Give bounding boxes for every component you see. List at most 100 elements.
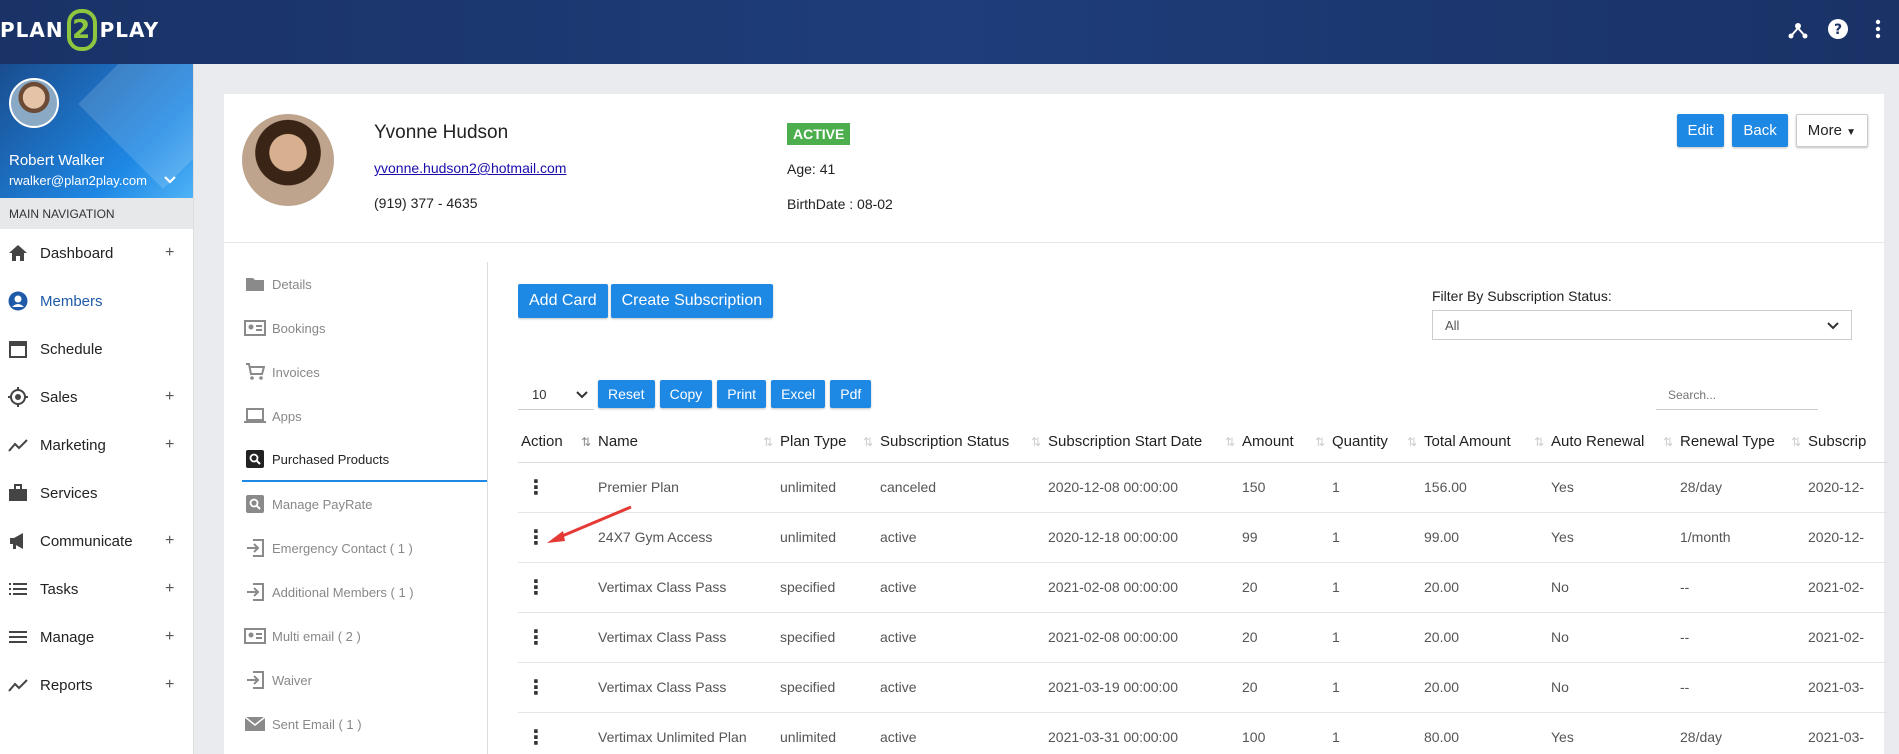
submenu-item-multi-email[interactable]: Multi email ( 2 ) [242, 614, 487, 658]
table-cell: 2021-02- [1805, 612, 1888, 663]
subscription-status-select[interactable]: All [1432, 310, 1852, 340]
table-cell: 28/day [1677, 462, 1805, 513]
table-cell: Vertimax Class Pass [595, 562, 777, 613]
expand-plus-icon[interactable]: + [165, 532, 174, 550]
help-icon[interactable]: ? [1827, 18, 1849, 40]
plan2play-logo[interactable]: PLAN 2 PLAY [0, 8, 159, 52]
table-cell: active [877, 512, 1045, 563]
table-cell: 1 [1329, 512, 1421, 563]
envelope-icon [244, 715, 266, 733]
table-cell: 28/day [1677, 712, 1805, 754]
sidebar-item-manage[interactable]: Manage + [0, 613, 193, 661]
row-action-menu-icon[interactable]: ⋮ [518, 612, 595, 663]
sidebar-item-marketing[interactable]: Marketing + [0, 421, 193, 469]
table-cell: 2020-12- [1805, 512, 1888, 563]
expand-plus-icon[interactable]: + [165, 436, 174, 454]
column-header[interactable]: Subscription Status ⇅ [877, 422, 1045, 463]
row-action-menu-icon[interactable]: ⋮ [518, 562, 595, 613]
column-header[interactable]: Action ⇅ [518, 422, 595, 463]
member-email-link[interactable]: yvonne.hudson2@hotmail.com [374, 160, 566, 176]
more-dropdown-button[interactable]: More ▼ [1795, 114, 1868, 147]
search-box-icon [244, 495, 266, 513]
sort-icon: ⇅ [1662, 435, 1673, 449]
table-header-row: Action ⇅ Name ⇅ Plan Type ⇅ Subscription St… [518, 422, 1888, 463]
print-button[interactable]: Print [717, 380, 767, 408]
submenu-label: Waiver [272, 672, 312, 688]
network-icon[interactable] [1787, 18, 1809, 40]
table-cell: No [1548, 562, 1677, 613]
table-cell: specified [777, 612, 877, 663]
column-header[interactable]: Subscription Start Date ⇅ [1045, 422, 1239, 463]
submenu-item-waiver[interactable]: Waiver [242, 658, 487, 702]
pdf-button[interactable]: Pdf [830, 380, 872, 408]
submenu-item-purchased-products[interactable]: Purchased Products [242, 438, 487, 482]
expand-plus-icon[interactable]: + [165, 676, 174, 694]
create-subscription-button[interactable]: Create Subscription [610, 284, 774, 318]
table-cell: unlimited [777, 712, 877, 754]
caret-down-icon: ▼ [1846, 127, 1856, 138]
edit-button[interactable]: Edit [1676, 114, 1725, 147]
expand-plus-icon[interactable]: + [165, 244, 174, 262]
table-cell: 1 [1329, 712, 1421, 754]
row-action-menu-icon[interactable]: ⋮ [518, 662, 595, 713]
copy-button[interactable]: Copy [659, 380, 713, 408]
table-cell: 156.00 [1421, 462, 1548, 513]
expand-plus-icon[interactable]: + [165, 580, 174, 598]
table-cell: 2020-12-18 00:00:00 [1045, 512, 1239, 563]
submenu-item-details[interactable]: Details [242, 262, 487, 306]
column-header[interactable]: Subscrip [1805, 422, 1888, 463]
column-header[interactable]: Renewal Type ⇅ [1677, 422, 1805, 463]
sidebar-item-dashboard[interactable]: Dashboard + [0, 229, 193, 277]
column-header[interactable]: Auto Renewal ⇅ [1548, 422, 1677, 463]
member-name: Yvonne Hudson [374, 122, 509, 143]
more-vertical-icon[interactable] [1867, 18, 1889, 40]
row-action-menu-icon[interactable]: ⋮ [518, 712, 595, 754]
sidebar-item-tasks[interactable]: Tasks + [0, 565, 193, 613]
megaphone-icon [7, 530, 29, 552]
user-name: Robert Walker [9, 152, 105, 169]
excel-button[interactable]: Excel [771, 380, 826, 408]
expand-plus-icon[interactable]: + [165, 388, 174, 406]
member-birthdate: BirthDate : 08-02 [787, 196, 893, 212]
column-header[interactable]: Quantity ⇅ [1329, 422, 1421, 463]
sort-icon: ⇅ [1030, 435, 1041, 449]
column-header[interactable]: Plan Type ⇅ [777, 422, 877, 463]
add-card-button[interactable]: Add Card [518, 284, 608, 318]
row-action-menu-icon[interactable]: ⋮ [518, 462, 595, 513]
sidebar-item-schedule[interactable]: Schedule [0, 325, 193, 373]
submenu-item-bookings[interactable]: Bookings [242, 306, 487, 350]
reset-button[interactable]: Reset [598, 380, 655, 408]
member-card: Yvonne Hudson yvonne.hudson2@hotmail.com… [224, 94, 1888, 754]
table-cell: 24X7 Gym Access [595, 512, 777, 563]
avatar[interactable] [9, 78, 59, 128]
sidebar-item-communicate[interactable]: Communicate + [0, 517, 193, 565]
sidebar-item-services[interactable]: Services [0, 469, 193, 517]
column-header-label: Subscription Status [880, 433, 1010, 451]
back-button[interactable]: Back [1732, 114, 1788, 147]
expand-plus-icon[interactable]: + [165, 628, 174, 646]
submenu-item-sent-email[interactable]: Sent Email ( 1 ) [242, 702, 487, 746]
column-header-label: Renewal Type [1680, 433, 1775, 451]
submenu-item-manage-payrate[interactable]: Manage PayRate [242, 482, 487, 526]
sidebar-item-reports[interactable]: Reports + [0, 661, 193, 709]
page-length-select[interactable]: 10 [518, 380, 594, 410]
submenu-label: Additional Members ( 1 ) [272, 584, 414, 600]
chevron-down-icon[interactable] [163, 172, 177, 190]
submenu-label: Sent Email ( 1 ) [272, 716, 362, 732]
submenu-item-additional-members[interactable]: Additional Members ( 1 ) [242, 570, 487, 614]
table-cell: 1 [1329, 562, 1421, 613]
column-header[interactable]: Total Amount ⇅ [1421, 422, 1548, 463]
table-cell: unlimited [777, 462, 877, 513]
row-action-menu-icon[interactable]: ⋮ [518, 512, 595, 563]
column-header[interactable]: Name ⇅ [595, 422, 777, 463]
table-cell: 1/month [1677, 512, 1805, 563]
table-cell: Yes [1548, 512, 1677, 563]
table-search-input[interactable] [1656, 380, 1818, 410]
submenu-item-apps[interactable]: Apps [242, 394, 487, 438]
member-photo [242, 114, 334, 206]
column-header[interactable]: Amount ⇅ [1239, 422, 1329, 463]
submenu-item-invoices[interactable]: Invoices [242, 350, 487, 394]
sidebar-item-members[interactable]: Members [0, 277, 193, 325]
sidebar-item-sales[interactable]: Sales + [0, 373, 193, 421]
submenu-item-emergency-contact[interactable]: Emergency Contact ( 1 ) [242, 526, 487, 570]
